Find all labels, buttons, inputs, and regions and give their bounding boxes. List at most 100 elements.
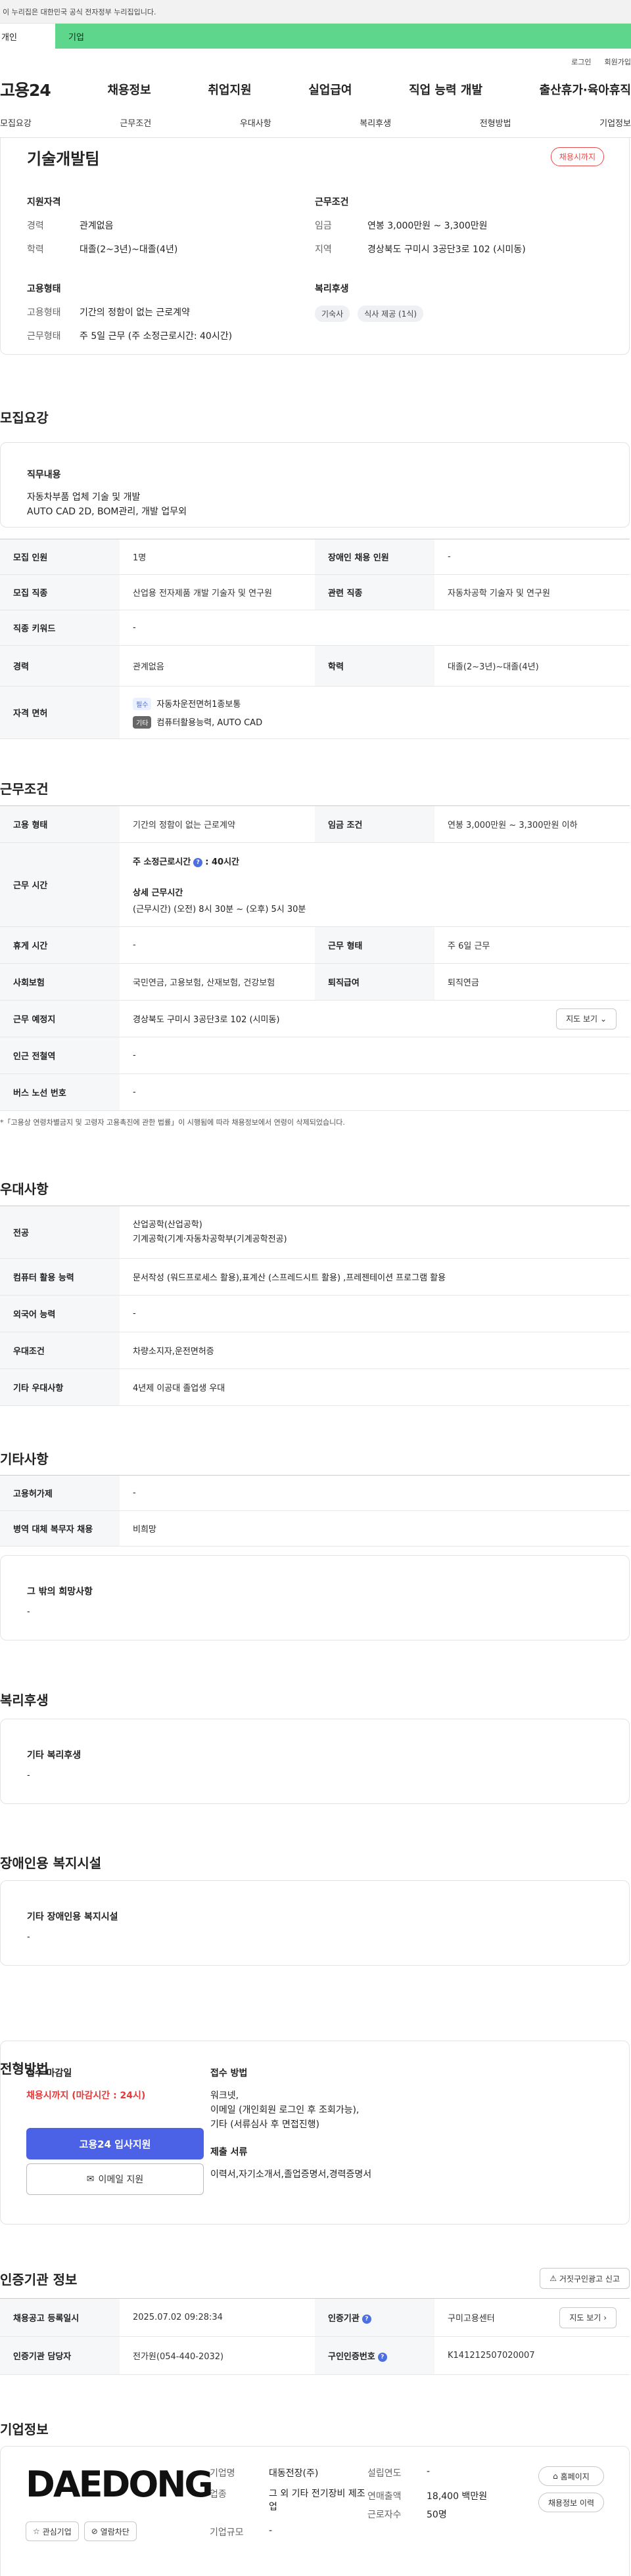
cert-table: 채용공고 등록일시 2025.07.02 09:28:34 인증기관? 구미고용센…: [0, 2298, 630, 2375]
screening-right: 접수 방법 워크넷, 이메일 (개인회원 로그인 후 조회가능), 기타 (서류…: [210, 2068, 372, 2180]
signup-link[interactable]: 회원가입: [605, 56, 631, 71]
welfare-box: 기타 복리후생 -: [0, 1719, 630, 1804]
table-row: 인증기관 담당자 전가원(054-440-2032) 구인인증번호? K14121…: [0, 2336, 630, 2375]
mail-icon: ✉: [86, 2174, 95, 2184]
company-logo: DAEDONG: [26, 2464, 214, 2505]
deadline-value: 채용시까지 (마감시간 : 24시): [26, 2090, 146, 2101]
block-icon: ⊘: [91, 2527, 98, 2536]
tab-recruit[interactable]: 모집요강: [0, 116, 32, 129]
section-title-etc: 기타사항: [0, 1451, 49, 1467]
tab-company[interactable]: 기업: [55, 24, 631, 49]
other-wish-heading: 그 밖의 희망사항: [27, 1587, 93, 1597]
tab-company[interactable]: 기업정보: [599, 116, 631, 129]
table-row: 외국어 능력 -: [0, 1295, 630, 1332]
favorite-company-button[interactable]: ☆ 관심기업: [26, 2521, 79, 2541]
age-notice: *「고용상 연령차별금지 및 고령자 고용촉진에 관한 법률」이 시행됨에 따라…: [0, 1118, 345, 1127]
other-wish-box: 그 밖의 희망사항 -: [0, 1555, 630, 1640]
homepage-button[interactable]: ⌂ 홈페이지: [538, 2466, 604, 2486]
tab-personal[interactable]: 개인: [0, 24, 55, 49]
section-title-welfare: 복리후생: [0, 1692, 49, 1708]
table-row: 채용공고 등록일시 2025.07.02 09:28:34 인증기관? 구미고용센…: [0, 2298, 630, 2337]
section-title-disabled: 장애인용 복지시설: [0, 1855, 102, 1871]
email-apply-button[interactable]: ✉ 이메일 지원: [26, 2163, 204, 2195]
job-title: 기술개발팀: [27, 150, 100, 168]
user-type-tabs: 개인 기업: [0, 24, 631, 49]
table-row: 컴퓨터 활용 능력 문서작성 (워드프로세스 활용),표계산 (스프레드시트 활용…: [0, 1258, 630, 1296]
cert-map-button[interactable]: 지도 보기 ›: [559, 2307, 617, 2328]
etc-table: 고용허가제 - 병역 대체 복무자 채용 비희망: [0, 1475, 630, 1547]
table-row: 병역 대체 복무자 채용 비희망: [0, 1510, 630, 1547]
chevron-right-icon: ›: [603, 2313, 607, 2322]
duty-box: 직무내용 자동차부품 업체 기술 및 개발 AUTO CAD 2D, BOM관리…: [0, 442, 630, 528]
section-tabs: 모집요강 근무조건 우대사항 복리후생 전형방법 기업정보: [0, 108, 631, 138]
welfare-heading: 복리후생: [315, 284, 349, 294]
job-posting-page: 이 누리집은 대한민국 공식 전자정부 누리집입니다. 개인 기업 로그인 회원…: [0, 0, 631, 2576]
summary-card: 기술개발팀 채용시까지 지원자격 경력 관계없음 학력 대졸(2~3년)~대졸(4년…: [0, 138, 630, 355]
company-card: DAEDONG ☆ 관심기업 ⊘ 열람차단 기업명 대동전장(주) 설립연도 -…: [0, 2446, 630, 2576]
status-badge: 채용시까지: [550, 147, 604, 166]
alert-icon: ⚠: [549, 2274, 557, 2283]
gov-banner: 이 누리집은 대한민국 공식 전자정부 누리집입니다.: [0, 0, 631, 24]
table-row: 버스 노선 번호 -: [0, 1073, 630, 1111]
util-links: 로그인 회원가입: [0, 56, 631, 71]
table-row: 사회보험 국민연금, 고용보험, 산재보험, 건강보험 퇴직급여 퇴직연금: [0, 963, 630, 1001]
table-row: 인근 전철역 -: [0, 1037, 630, 1074]
table-row: 고용허가제 -: [0, 1475, 630, 1511]
gnb-jobs[interactable]: 채용정보: [107, 81, 151, 98]
other-badge: 기타: [133, 715, 152, 729]
table-row: 직종 키워드 -: [0, 610, 630, 646]
cond-heading: 근무조건: [315, 197, 349, 208]
global-nav: 고용24 채용정보 취업지원 실업급여 직업 능력 개발 출산휴가·육아휴직: [0, 71, 631, 108]
company-info: 기업명 대동전장(주) 설립연도 - 업종 그 외 기타 전기장비 제조업 연매…: [210, 2466, 488, 2538]
table-row: 고용 형태 기간의 정함이 없는 근로계약 임금 조건 연봉 3,000만원 ~ 3…: [0, 805, 630, 843]
tab-welfare[interactable]: 복리후생: [360, 116, 391, 129]
site-logo[interactable]: 고용24: [0, 78, 51, 101]
table-row: 우대조건 차량소지자,운전면허증: [0, 1332, 630, 1369]
block-company-button[interactable]: ⊘ 열람차단: [83, 2521, 137, 2541]
recruit-table: 모집 인원 1명 장애인 채용 인원 - 모집 직종 산업용 전자제품 개발 기술자 …: [0, 539, 630, 739]
table-row: 모집 직종 산업용 전자제품 개발 기술자 및 연구원 관련 직종 자동차공학 기술…: [0, 574, 630, 610]
star-icon: ☆: [33, 2527, 40, 2536]
chevron-down-icon: ⌄: [599, 1014, 607, 1024]
gnb-employment-support[interactable]: 취업지원: [208, 81, 251, 98]
apply-button[interactable]: 고용24 입사지원: [26, 2128, 204, 2159]
table-row: 경력 관계없음 학력 대졸(2~3년)~대졸(4년): [0, 645, 630, 687]
section-title-cert: 인증기관 정보: [0, 2271, 78, 2288]
section-title-company: 기업정보: [0, 2422, 49, 2437]
table-row: 모집 인원 1명 장애인 채용 인원 -: [0, 539, 630, 575]
gnb-leave[interactable]: 출산휴가·육아휴직: [540, 81, 631, 98]
table-row: 기타 우대사항 4년제 이공대 졸업생 우대: [0, 1368, 630, 1406]
gnb-unemployment-benefit[interactable]: 실업급여: [308, 81, 352, 98]
required-badge: 필수: [133, 697, 152, 710]
section-title-pref: 우대사항: [0, 1181, 49, 1197]
duty-text: 자동차부품 업체 기술 및 개발 AUTO CAD 2D, BOM관리, 개발 …: [27, 492, 187, 517]
table-row: 전공 산업공학(산업공학) 기계공학(기계·자동차공학부(기계공학전공): [0, 1206, 630, 1259]
tab-pref[interactable]: 우대사항: [240, 116, 271, 129]
emp-heading: 고용형태: [27, 284, 61, 294]
pref-table: 전공 산업공학(산업공학) 기계공학(기계·자동차공학부(기계공학전공) 컴퓨터 …: [0, 1206, 630, 1406]
screening-left: 접수 마감일 채용시까지 (마감시간 : 24시) 고용24 입사지원 ✉ 이메일…: [26, 2066, 223, 2195]
section-title-recruit: 모집요강: [0, 410, 49, 426]
recruit-history-button[interactable]: 채용정보 이력: [538, 2493, 604, 2512]
qual-heading: 지원자격: [27, 197, 61, 208]
map-button[interactable]: 지도 보기 ⌄: [556, 1008, 617, 1029]
gnb-skills[interactable]: 직업 능력 개발: [409, 81, 482, 98]
info-icon[interactable]: ?: [193, 857, 203, 867]
info-icon[interactable]: ?: [377, 2352, 387, 2362]
welfare-pill: 기숙사: [315, 305, 350, 322]
tab-work[interactable]: 근무조건: [120, 116, 151, 129]
work-table: 고용 형태 기간의 정함이 없는 근로계약 임금 조건 연봉 3,000만원 ~ 3…: [0, 805, 630, 1111]
table-row: 자격 면허 필수 자동차운전면허1종보통 기타 컴퓨터활용능력, AUTO CAD: [0, 686, 630, 739]
login-link[interactable]: 로그인: [571, 56, 591, 71]
gov-banner-text: 이 누리집은 대한민국 공식 전자정부 누리집입니다.: [3, 7, 156, 16]
home-icon: ⌂: [553, 2472, 558, 2481]
table-row: 근무 예정지 경상북도 구미시 3공단3로 102 (시미동) 지도 보기 ⌄: [0, 1000, 630, 1037]
info-icon[interactable]: ?: [362, 2314, 371, 2324]
table-row: 근무 시간 주 소정근로시간?: 40시간 상세 근무시간 (근무시간) (오전…: [0, 842, 630, 927]
welfare-pill: 식사 제공 (1식): [358, 305, 424, 322]
table-row: 휴게 시간 - 근무 형태 주 6일 근무: [0, 926, 630, 964]
report-button[interactable]: ⚠ 거짓구인광고 신고: [540, 2268, 630, 2289]
tab-screening[interactable]: 전형방법: [480, 116, 511, 129]
section-title-work: 근무조건: [0, 781, 49, 797]
disabled-box: 기타 장애인용 복지시설 -: [0, 1880, 630, 1966]
